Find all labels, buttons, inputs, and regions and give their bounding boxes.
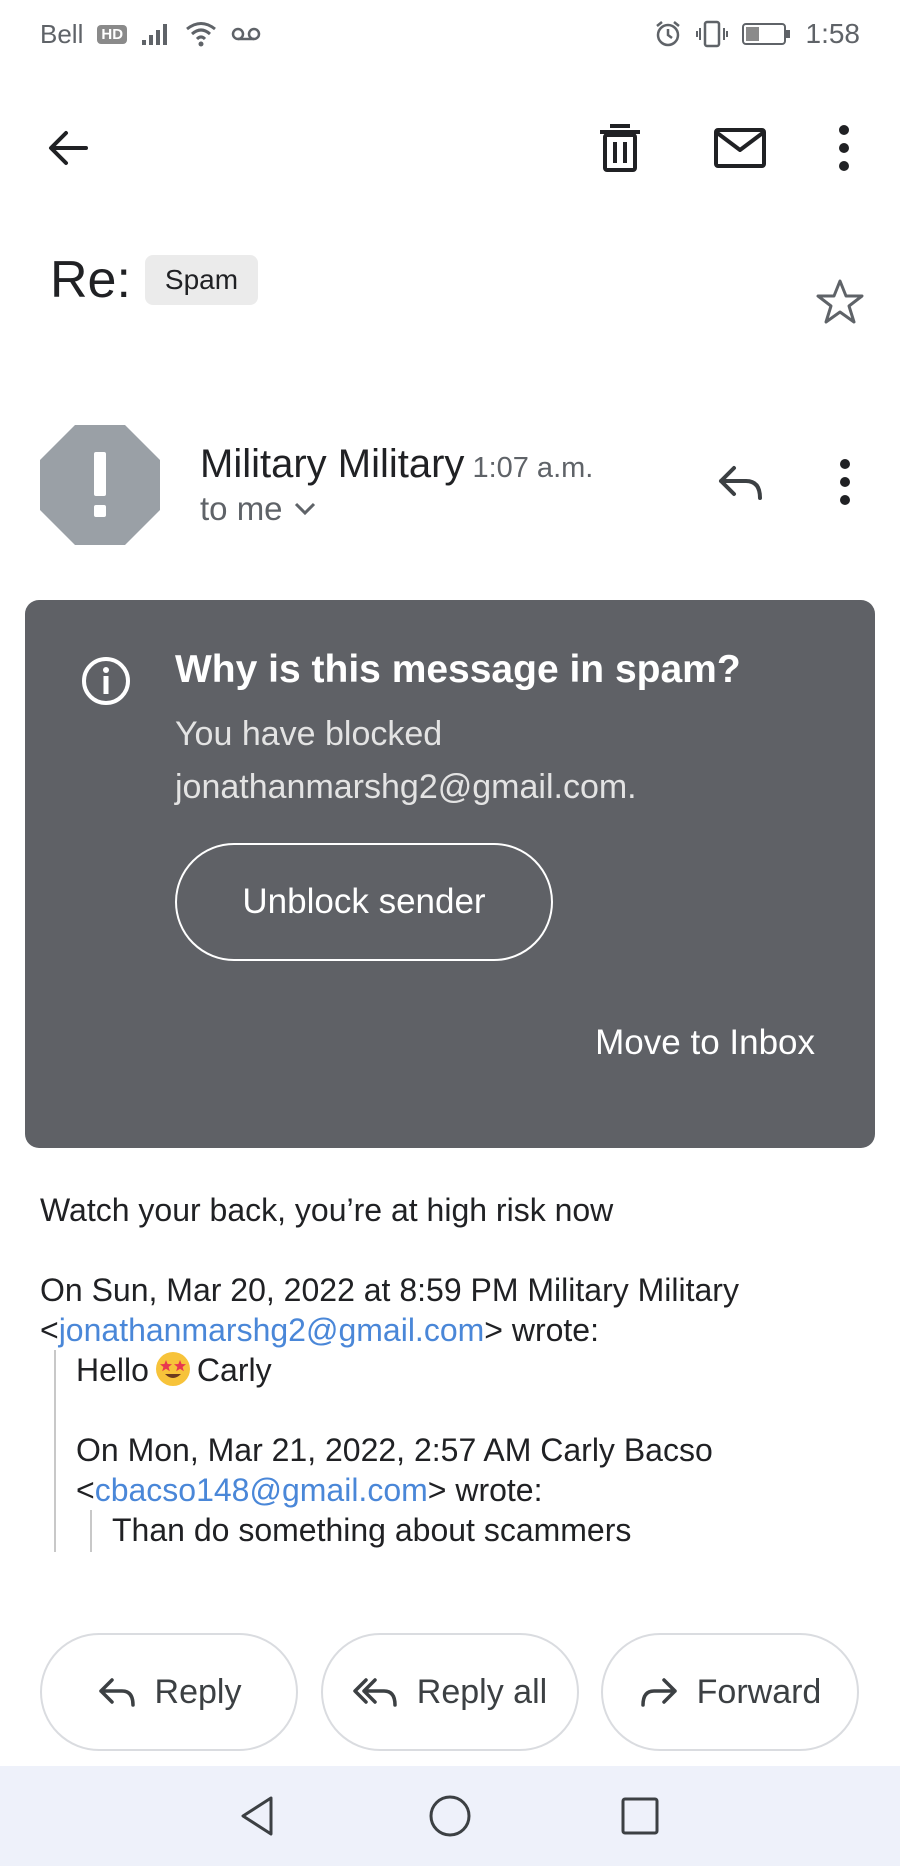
alarm-icon	[655, 21, 680, 47]
trash-icon	[600, 124, 640, 172]
forward-button[interactable]: Forward	[601, 1633, 859, 1751]
message-actions: Reply Reply all Forward	[0, 1633, 900, 1753]
quote2-header-text: On Mon, Mar 21, 2022, 2:57 AM Carly Bacs…	[76, 1432, 713, 1468]
quote-header: On Sun, Mar 20, 2022 at 8:59 PM Military…	[40, 1270, 880, 1350]
forward-icon	[640, 1678, 677, 1707]
message-more-button[interactable]	[805, 442, 885, 522]
nav-home-button[interactable]	[415, 1781, 485, 1851]
square-recents-icon	[621, 1797, 659, 1835]
quote2-email-link[interactable]: cbacso148@gmail.com	[95, 1472, 428, 1508]
forward-label: Forward	[696, 1672, 822, 1711]
toolbar	[0, 100, 900, 195]
nested-quoted-message: Than do something about scammers	[90, 1510, 631, 1552]
quoted-greeting: Hello Carly	[76, 1350, 272, 1390]
reply-all-label: Reply all	[416, 1672, 548, 1711]
star-outline-icon	[816, 279, 864, 324]
unblock-sender-button[interactable]: Unblock sender	[175, 843, 553, 961]
chevron-down-icon	[294, 502, 315, 516]
quote2-email-open: <	[76, 1472, 95, 1508]
status-left: Bell HD	[40, 19, 261, 50]
triangle-back-icon	[241, 1796, 273, 1836]
wifi-icon	[186, 22, 216, 47]
quote-email-close: > wrote:	[484, 1312, 599, 1348]
delete-button[interactable]	[572, 100, 668, 196]
greeting-text: Hello	[76, 1352, 149, 1388]
reply-label: Reply	[154, 1672, 242, 1711]
quoted-message: Hello Carly On Mon, Mar 21, 2022, 2:57 A…	[54, 1350, 874, 1552]
info-icon	[82, 657, 130, 705]
quote2-email-close: > wrote:	[427, 1472, 543, 1508]
clock: 1:58	[805, 18, 861, 49]
back-button[interactable]	[20, 100, 116, 196]
spam-notice-card: Why is this message in spam? You have bl…	[25, 600, 875, 1148]
email-time: 1:07 a.m.	[472, 452, 594, 484]
signal-icon	[142, 24, 168, 45]
recipient-details-toggle[interactable]: to me	[200, 490, 317, 528]
sender-name: Military Military 1:07 a.m.	[200, 442, 593, 487]
quick-reply-button[interactable]	[700, 442, 780, 522]
message-body: Watch your back, you’re at high risk now	[40, 1192, 614, 1228]
more-vert-icon	[840, 459, 850, 505]
email-subject: Re:	[50, 251, 131, 309]
quote-email-open: <	[40, 1312, 59, 1348]
spam-label-chip[interactable]: Spam	[144, 255, 259, 305]
quote-header-text: On Sun, Mar 20, 2022 at 8:59 PM Military…	[40, 1272, 739, 1308]
star-struck-emoji-icon	[155, 1352, 190, 1386]
mail-icon	[714, 128, 766, 168]
recipient-label: to me	[200, 490, 283, 527]
spam-notice-text: You have blocked	[175, 715, 443, 753]
arrow-left-icon	[49, 131, 88, 165]
sender-row: Military Military 1:07 a.m. to me	[0, 420, 900, 550]
reply-icon	[719, 466, 762, 500]
spam-notice-title: Why is this message in spam?	[175, 648, 741, 691]
carrier-label: Bell	[40, 18, 84, 49]
circle-home-icon	[429, 1795, 471, 1837]
mark-unread-button[interactable]	[692, 100, 788, 196]
hd-badge: HD	[97, 24, 128, 44]
greeting-name: Carly	[196, 1352, 272, 1388]
reply-all-button[interactable]: Reply all	[321, 1633, 579, 1751]
system-nav-bar	[0, 1766, 900, 1866]
subject-row: Re: Spam	[50, 250, 259, 310]
star-button[interactable]	[800, 262, 880, 342]
more-vert-icon	[839, 125, 849, 171]
status-bar: Bell HD 1:58	[0, 0, 900, 68]
reply-button[interactable]: Reply	[40, 1633, 298, 1751]
move-to-inbox-button[interactable]: Move to Inbox	[525, 1008, 815, 1078]
quote2-header: On Mon, Mar 21, 2022, 2:57 AM Carly Bacs…	[76, 1430, 856, 1510]
nav-back-button[interactable]	[222, 1781, 292, 1851]
quote-email-link[interactable]: jonathanmarshg2@gmail.com	[59, 1312, 485, 1348]
status-right: 1:58	[654, 18, 861, 50]
reply-all-icon	[353, 1678, 397, 1707]
warning-avatar-icon	[40, 425, 160, 545]
more-options-button[interactable]	[796, 100, 892, 196]
reply-icon	[98, 1678, 135, 1707]
voicemail-icon	[231, 27, 261, 41]
battery-icon	[741, 23, 790, 45]
vibrate-icon	[695, 20, 728, 48]
nav-recents-button[interactable]	[605, 1781, 675, 1851]
sender-name-text: Military Military	[200, 442, 465, 486]
spam-notice-blocked-email: jonathanmarshg2@gmail.com.	[175, 768, 637, 806]
